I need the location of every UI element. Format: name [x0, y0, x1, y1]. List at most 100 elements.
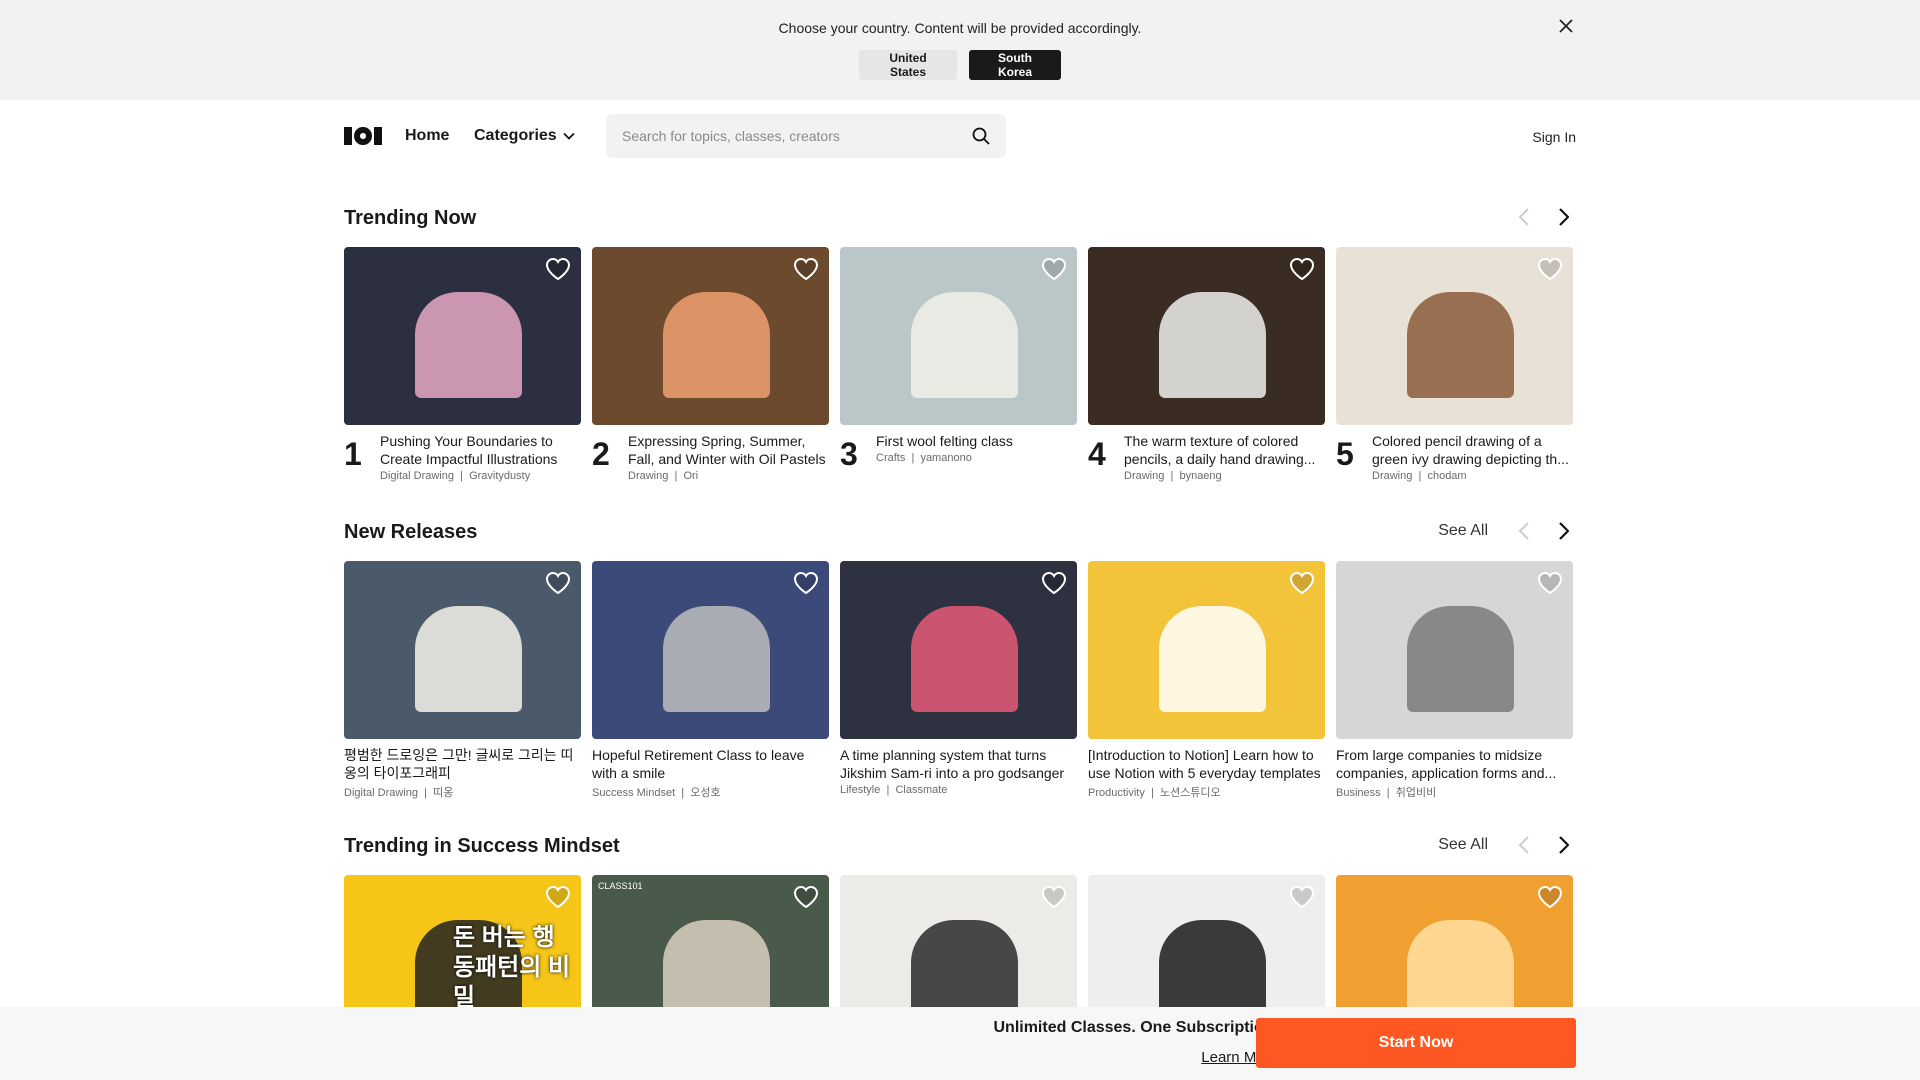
search-bar — [606, 114, 1006, 158]
thumbnail-art — [1407, 291, 1514, 399]
heart-icon[interactable] — [1289, 885, 1315, 909]
see-all-link[interactable]: See All — [1438, 522, 1488, 540]
card-info: 4 The warm texture of colored pencils, a … — [1088, 432, 1325, 482]
card-title[interactable]: A time planning system that turns Jikshi… — [840, 746, 1077, 782]
meta-separator: | — [668, 470, 684, 482]
heart-icon[interactable] — [1041, 257, 1067, 281]
card-meta: Digital Drawing | 띠옹 — [344, 784, 581, 800]
card-title[interactable]: Expressing Spring, Summer, Fall, and Win… — [628, 432, 829, 468]
heart-icon[interactable] — [545, 571, 571, 595]
thumbnail[interactable] — [592, 561, 829, 739]
next-arrow-icon[interactable] — [1552, 833, 1576, 857]
card-category: Productivity — [1088, 787, 1145, 799]
heart-icon[interactable] — [793, 257, 819, 281]
search-input[interactable] — [622, 114, 962, 158]
nav-categories[interactable]: Categories — [474, 127, 575, 145]
thumbnail-art — [415, 605, 522, 713]
card-creator: yamanono — [920, 452, 972, 464]
close-icon[interactable] — [1556, 17, 1576, 37]
card-title[interactable]: 평범한 드로잉은 그만! 글씨로 그리는 띠옹의 타이포그래피 — [344, 746, 581, 782]
thumbnail[interactable] — [1088, 561, 1325, 739]
start-now-button[interactable]: Start Now — [1256, 1018, 1576, 1068]
heart-icon[interactable] — [1537, 571, 1563, 595]
class-card[interactable]: 2 Expressing Spring, Summer, Fall, and Wi… — [592, 247, 829, 482]
card-creator: Gravitydusty — [469, 470, 531, 482]
next-arrow-icon[interactable] — [1552, 519, 1576, 543]
class-card[interactable]: 3 First wool felting class Crafts | yamano… — [840, 247, 1077, 482]
thumbnail[interactable] — [840, 247, 1077, 425]
nav-home[interactable]: Home — [405, 127, 449, 145]
heart-icon[interactable] — [1041, 571, 1067, 595]
card-creator: 오성호 — [690, 787, 721, 799]
class-card[interactable]: 4 The warm texture of colored pencils, a … — [1088, 247, 1325, 482]
thumbnail[interactable] — [344, 247, 581, 425]
class-card[interactable]: From large companies to midsize companie… — [1336, 561, 1573, 800]
card-title[interactable]: [Introduction to Notion] Learn how to us… — [1088, 746, 1325, 782]
thumbnail[interactable] — [344, 561, 581, 739]
card-category: Digital Drawing — [380, 470, 454, 482]
card-category: Crafts — [876, 452, 906, 464]
search-icon[interactable] — [972, 127, 990, 145]
thumbnail[interactable] — [840, 561, 1077, 739]
class-card[interactable]: A time planning system that turns Jikshi… — [840, 561, 1077, 800]
heart-icon[interactable] — [793, 885, 819, 909]
card-meta: Digital Drawing | Gravitydusty — [380, 470, 581, 482]
carousel-controls — [1512, 205, 1576, 229]
card-category: Drawing — [1372, 470, 1413, 482]
prev-arrow-icon[interactable] — [1512, 519, 1536, 543]
card-text: [Introduction to Notion] Learn how to us… — [1088, 746, 1325, 800]
heart-icon[interactable] — [1289, 257, 1315, 281]
card-title[interactable]: First wool felting class — [876, 432, 1077, 450]
heart-icon[interactable] — [1537, 257, 1563, 281]
card-info: Hopeful Retirement Class to leave with a… — [592, 746, 829, 800]
card-title[interactable]: Colored pencil drawing of a green ivy dr… — [1372, 432, 1573, 468]
card-category: Success Mindset — [592, 787, 676, 799]
rank-number: 5 — [1336, 436, 1354, 472]
thumbnail[interactable] — [1088, 247, 1325, 425]
logo-icon[interactable] — [344, 127, 382, 145]
class-card[interactable]: Hopeful Retirement Class to leave with a… — [592, 561, 829, 800]
card-text: The warm texture of colored pencils, a d… — [1124, 432, 1325, 482]
prev-arrow-icon[interactable] — [1512, 205, 1536, 229]
rank-number: 1 — [344, 436, 362, 472]
card-text: From large companies to midsize companie… — [1336, 746, 1573, 800]
card-title[interactable]: From large companies to midsize companie… — [1336, 746, 1573, 782]
class-card[interactable]: 1 Pushing Your Boundaries to Create Impac… — [344, 247, 581, 482]
class-card[interactable]: [Introduction to Notion] Learn how to us… — [1088, 561, 1325, 800]
heart-icon[interactable] — [1289, 571, 1315, 595]
meta-separator: | — [905, 452, 921, 464]
class-card[interactable]: 5 Colored pencil drawing of a green ivy d… — [1336, 247, 1573, 482]
prev-arrow-icon[interactable] — [1512, 833, 1536, 857]
country-kr-button[interactable]: South Korea — [969, 50, 1061, 80]
next-arrow-icon[interactable] — [1552, 205, 1576, 229]
heart-icon[interactable] — [545, 885, 571, 909]
country-us-button[interactable]: United States — [859, 50, 957, 80]
banner-message: Choose your country. Content will be pro… — [778, 20, 1142, 36]
heart-icon[interactable] — [1041, 885, 1067, 909]
card-info: 2 Expressing Spring, Summer, Fall, and Wi… — [592, 432, 829, 482]
thumbnail-art — [663, 291, 770, 399]
thumbnail[interactable] — [1336, 561, 1573, 739]
card-creator: Ori — [683, 470, 699, 482]
thumbnail-art — [663, 605, 770, 713]
sign-in-link[interactable]: Sign In — [1532, 129, 1576, 145]
heart-icon[interactable] — [1537, 885, 1563, 909]
heart-icon[interactable] — [545, 257, 571, 281]
meta-separator: | — [453, 470, 470, 482]
card-row: 1 Pushing Your Boundaries to Create Impac… — [344, 247, 1576, 482]
thumbnail[interactable] — [592, 247, 829, 425]
subscription-bar: Unlimited Classes. One Subscription. Lea… — [0, 1007, 1920, 1080]
thumbnail[interactable] — [1336, 247, 1573, 425]
card-meta: Drawing | chodam — [1372, 470, 1573, 482]
class-card[interactable]: 평범한 드로잉은 그만! 글씨로 그리는 띠옹의 타이포그래피 Digital D… — [344, 561, 581, 800]
card-text: 평범한 드로잉은 그만! 글씨로 그리는 띠옹의 타이포그래피 Digital D… — [344, 746, 581, 800]
heart-icon[interactable] — [793, 571, 819, 595]
card-title[interactable]: Hopeful Retirement Class to leave with a… — [592, 746, 829, 782]
carousel-controls: See All — [1438, 833, 1576, 857]
see-all-link[interactable]: See All — [1438, 836, 1488, 854]
card-creator: 띠옹 — [433, 787, 454, 799]
card-title[interactable]: The warm texture of colored pencils, a d… — [1124, 432, 1325, 468]
meta-separator: | — [1144, 787, 1160, 799]
card-title[interactable]: Pushing Your Boundaries to Create Impact… — [380, 432, 581, 468]
meta-separator: | — [675, 787, 691, 799]
